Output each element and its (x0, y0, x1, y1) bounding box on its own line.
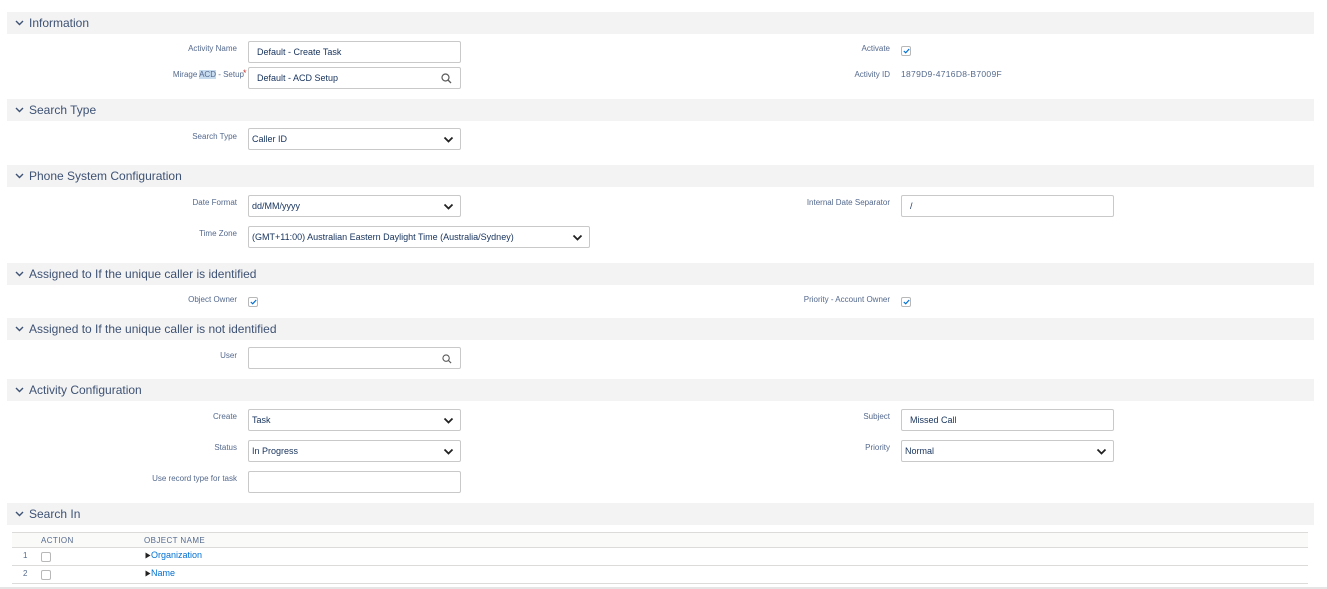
object-name-text: Organization (151, 550, 203, 560)
check-icon (249, 299, 257, 305)
section-title: Search Type (29, 103, 97, 117)
activity-name-input[interactable]: Default - Create Task (248, 41, 461, 63)
select-value: Task (252, 415, 271, 425)
activate-label: Activate (861, 44, 890, 53)
chevron-down-icon[interactable] (9, 271, 29, 277)
check-icon (902, 48, 910, 54)
chevron-down-icon[interactable] (9, 20, 29, 26)
priority-select[interactable]: Normal (901, 440, 1114, 462)
select-value: Normal (905, 446, 935, 456)
search-icon[interactable] (441, 73, 452, 86)
activity-id-value: 1879D9-4716D8-B7009F (901, 69, 1002, 79)
required-marker: * (243, 68, 247, 78)
mirage-setup-lookup[interactable]: Default - ACD Setup (248, 67, 461, 89)
section-header-search-type[interactable]: Search Type (7, 99, 1314, 121)
select-value: Caller ID (252, 134, 288, 144)
object-owner-label: Object Owner (188, 295, 237, 304)
object-name-link[interactable]: Name (145, 568, 175, 578)
caret-down-icon (443, 134, 454, 147)
activity-id-label: Activity ID (854, 70, 890, 79)
date-format-select[interactable]: dd/MM/yyyy (248, 195, 461, 217)
section-title: Assigned to If the unique caller is not … (29, 322, 277, 336)
section-title: Assigned to If the unique caller is iden… (29, 267, 257, 281)
table-border-bottom (12, 583, 1308, 584)
table-divider (12, 565, 1308, 566)
time-zone-label: Time Zone (199, 229, 237, 238)
chevron-down-icon[interactable] (9, 326, 29, 332)
section-header-phone-system[interactable]: Phone System Configuration (7, 165, 1314, 187)
priority-account-owner-checkbox[interactable] (901, 297, 911, 307)
caret-down-icon (1096, 446, 1107, 459)
activate-checkbox[interactable] (901, 46, 911, 56)
chevron-down-icon[interactable] (9, 387, 29, 393)
column-header-object-name: OBJECT NAME (144, 536, 206, 545)
row-number: 2 (23, 569, 28, 578)
create-label: Create (212, 412, 237, 421)
select-value: In Progress (252, 446, 299, 456)
priority-label: Priority (865, 443, 890, 452)
chevron-down-icon[interactable] (9, 107, 29, 113)
status-select[interactable]: In Progress (248, 440, 461, 462)
table-divider (12, 547, 1308, 548)
section-title: Information (29, 16, 90, 30)
section-title: Phone System Configuration (29, 169, 182, 183)
mirage-acd-setup-label: Mirage ACD - Setup (172, 70, 244, 79)
search-type-label: Search Type (192, 132, 237, 141)
object-name-text: Name (151, 568, 176, 578)
object-owner-checkbox[interactable] (248, 297, 258, 307)
subject-label: Subject (863, 412, 890, 421)
time-zone-select[interactable]: (GMT+11:00) Australian Eastern Daylight … (248, 226, 590, 248)
check-icon (902, 299, 910, 305)
record-type-label: Use record type for task (152, 474, 237, 483)
section-header-activity-config[interactable]: Activity Configuration (7, 379, 1314, 401)
search-type-select[interactable]: Caller ID (248, 128, 461, 150)
chevron-down-icon[interactable] (9, 511, 29, 517)
priority-account-owner-label: Priority - Account Owner (803, 295, 890, 304)
section-header-assigned-identified[interactable]: Assigned to If the unique caller is iden… (7, 263, 1314, 285)
row-number: 1 (23, 551, 28, 560)
user-label: User (220, 351, 237, 360)
section-header-information[interactable]: Information (7, 12, 1314, 34)
caret-down-icon (443, 415, 454, 428)
section-header-search-in[interactable]: Search In (7, 503, 1314, 525)
object-name-link[interactable]: Organization (145, 550, 202, 560)
row-action-checkbox[interactable] (41, 570, 51, 580)
caret-down-icon (443, 201, 454, 214)
select-value: (GMT+11:00) Australian Eastern Daylight … (252, 232, 514, 242)
subject-input[interactable]: Missed Call (901, 409, 1114, 431)
section-title: Activity Configuration (29, 383, 142, 397)
user-lookup[interactable] (248, 347, 461, 369)
select-value: dd/MM/yyyy (252, 201, 301, 211)
section-title: Search In (29, 507, 81, 521)
create-select[interactable]: Task (248, 409, 461, 431)
caret-down-icon (443, 446, 454, 459)
record-type-input[interactable] (248, 471, 461, 493)
row-action-checkbox[interactable] (41, 552, 51, 562)
status-label: Status (214, 443, 237, 452)
search-icon[interactable] (442, 354, 452, 366)
internal-date-separator-label: Internal Date Separator (806, 198, 890, 207)
caret-down-icon (572, 232, 583, 245)
date-format-label: Date Format (192, 198, 237, 207)
column-header-action: ACTION (41, 536, 74, 545)
activity-name-label: Activity Name (188, 44, 237, 53)
chevron-down-icon[interactable] (9, 173, 29, 179)
lookup-value: Default - ACD Setup (257, 73, 339, 83)
table-header (12, 533, 1308, 547)
internal-date-separator-input[interactable]: / (901, 195, 1114, 217)
section-header-assigned-not-identified[interactable]: Assigned to If the unique caller is not … (7, 318, 1314, 340)
